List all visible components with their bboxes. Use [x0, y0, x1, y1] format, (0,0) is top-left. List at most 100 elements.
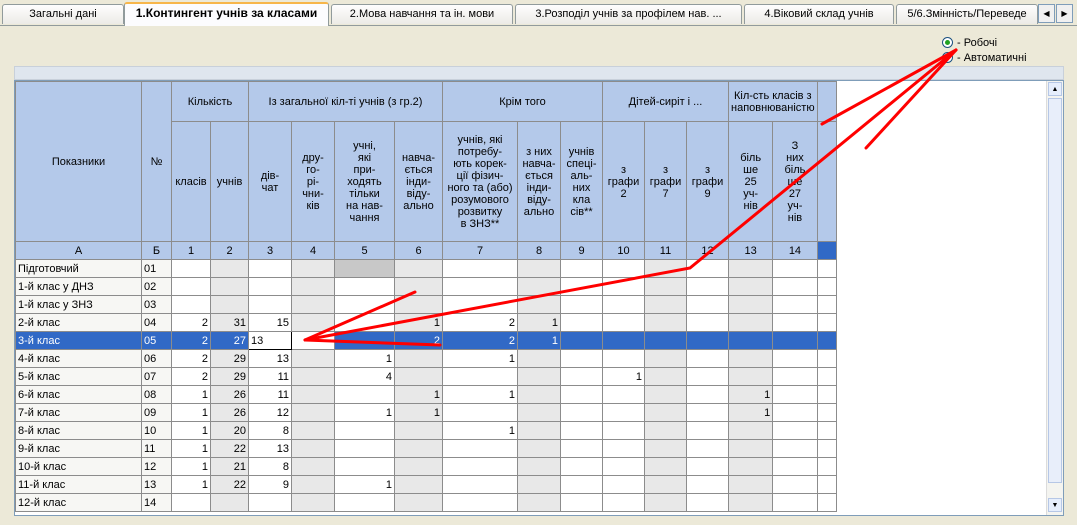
grid-cell[interactable]: [686, 475, 729, 494]
grid-cell[interactable]: 15: [248, 313, 292, 332]
grid-cell[interactable]: [442, 475, 518, 494]
grid-cell[interactable]: [602, 385, 645, 404]
grid-cell[interactable]: [727, 457, 774, 476]
grid-cell[interactable]: [394, 475, 443, 494]
grid-cell[interactable]: [560, 349, 603, 368]
radio-working[interactable]: - Робочі: [942, 35, 1027, 50]
grid-cell[interactable]: [560, 475, 603, 494]
grid-cell[interactable]: [171, 295, 211, 314]
grid-cell[interactable]: [644, 259, 687, 278]
grid-cell[interactable]: [644, 277, 687, 296]
table-row[interactable]: 3-й клас 05 2 27 13 2 2 1: [15, 331, 837, 350]
grid-cell[interactable]: [560, 493, 603, 512]
grid-cell[interactable]: [334, 493, 395, 512]
grid-cell[interactable]: [772, 367, 818, 386]
grid-cell[interactable]: 8: [248, 457, 292, 476]
grid-cell[interactable]: [560, 313, 603, 332]
grid-cell[interactable]: [602, 421, 645, 440]
grid-cell[interactable]: 2: [442, 313, 518, 332]
grid-cell[interactable]: [334, 421, 395, 440]
grid-cell[interactable]: [210, 259, 249, 278]
scroll-down-icon[interactable]: ▼: [1048, 498, 1062, 512]
grid-cell[interactable]: [171, 277, 211, 296]
grid-cell[interactable]: [560, 403, 603, 422]
grid-cell[interactable]: [291, 349, 335, 368]
grid-cell[interactable]: [334, 277, 395, 296]
grid-cell[interactable]: 9: [248, 475, 292, 494]
grid-cell[interactable]: 1: [171, 457, 211, 476]
grid-cell[interactable]: [517, 295, 561, 314]
grid-cell[interactable]: [291, 313, 335, 332]
table-row[interactable]: 12-й клас 14: [15, 493, 837, 512]
grid-cell[interactable]: [291, 367, 335, 386]
grid-cell[interactable]: 2: [171, 349, 211, 368]
grid-cell[interactable]: [727, 439, 774, 458]
tab-profile[interactable]: 3.Розподіл учнів за профілем нав. ...: [515, 4, 742, 24]
grid-cell[interactable]: [291, 475, 335, 494]
grid-cell[interactable]: [517, 367, 561, 386]
grid-cell[interactable]: [602, 493, 645, 512]
grid-cell[interactable]: [686, 295, 729, 314]
grid-cell[interactable]: 1: [171, 403, 211, 422]
grid-cell[interactable]: [291, 277, 335, 296]
table-row[interactable]: 4-й клас 06 2 29 13 1 1: [15, 349, 837, 368]
tab-general[interactable]: Загальні дані: [2, 4, 124, 24]
grid-cell[interactable]: [517, 475, 561, 494]
grid-cell[interactable]: [602, 439, 645, 458]
grid-cell[interactable]: [171, 259, 211, 278]
table-row[interactable]: 2-й клас 04 2 31 15 1 2 1: [15, 313, 837, 332]
grid-cell[interactable]: [394, 421, 443, 440]
grid-cell[interactable]: 4: [334, 367, 395, 386]
grid-cell[interactable]: [560, 277, 603, 296]
grid-cell[interactable]: 22: [210, 475, 249, 494]
grid-cell[interactable]: [772, 421, 818, 440]
grid-cell[interactable]: [644, 457, 687, 476]
grid-cell[interactable]: 13: [248, 349, 292, 368]
grid-cell[interactable]: [442, 439, 518, 458]
grid-cell[interactable]: [560, 259, 603, 278]
grid-cell[interactable]: [686, 349, 729, 368]
grid-cell[interactable]: [291, 457, 335, 476]
grid-cell[interactable]: 31: [210, 313, 249, 332]
radio-working-icon[interactable]: [942, 37, 953, 48]
grid-cell[interactable]: 1: [171, 475, 211, 494]
grid-cell[interactable]: [291, 439, 335, 458]
grid-cell[interactable]: [291, 259, 335, 278]
grid-cell[interactable]: [772, 259, 818, 278]
grid-cell[interactable]: 8: [248, 421, 292, 440]
grid-cell[interactable]: [334, 295, 395, 314]
grid-cell[interactable]: [727, 493, 774, 512]
grid-cell[interactable]: [291, 493, 335, 512]
grid-cell[interactable]: [442, 259, 518, 278]
grid-cell[interactable]: [686, 385, 729, 404]
grid-cell[interactable]: [644, 313, 687, 332]
grid-cell[interactable]: 2: [171, 313, 211, 332]
grid-cell[interactable]: [686, 277, 729, 296]
grid-cell[interactable]: [727, 475, 774, 494]
vertical-scrollbar[interactable]: ▲ ▼: [1046, 81, 1063, 515]
grid-cell[interactable]: [560, 367, 603, 386]
grid-cell[interactable]: [248, 493, 292, 512]
grid-cell[interactable]: [394, 295, 443, 314]
grid-cell[interactable]: [394, 277, 443, 296]
grid-cell[interactable]: [686, 313, 729, 332]
grid-cell[interactable]: [727, 331, 774, 350]
grid-cell[interactable]: 1: [442, 385, 518, 404]
grid-cell[interactable]: 1: [334, 403, 395, 422]
grid-cell[interactable]: 1: [394, 403, 443, 422]
grid-cell[interactable]: [772, 457, 818, 476]
grid-cell[interactable]: [394, 349, 443, 368]
grid-cell[interactable]: [334, 385, 395, 404]
grid-cell[interactable]: [210, 277, 249, 296]
grid-cell[interactable]: 20: [210, 421, 249, 440]
tab-contingent[interactable]: 1.Контингент учнів за класами: [124, 2, 329, 26]
table-row[interactable]: 9-й клас 11 1 22 13: [15, 439, 837, 458]
radio-auto-icon[interactable]: [942, 52, 953, 63]
grid-cell[interactable]: [602, 259, 645, 278]
scroll-thumb[interactable]: [1048, 98, 1062, 483]
grid-cell[interactable]: [644, 403, 687, 422]
grid-cell[interactable]: [560, 295, 603, 314]
grid-cell[interactable]: 13: [248, 439, 292, 458]
table-row[interactable]: 7-й клас 09 1 26 12 1 1 1: [15, 403, 837, 422]
grid-cell[interactable]: 12: [248, 403, 292, 422]
